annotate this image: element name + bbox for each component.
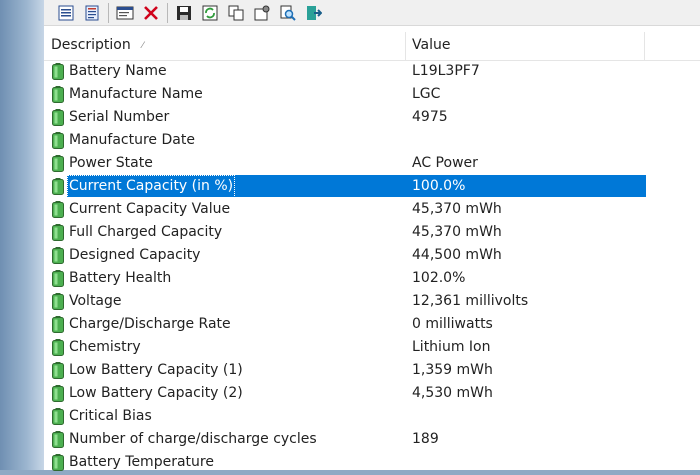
item-value: AC Power (412, 155, 478, 171)
item-description: Full Charged Capacity (69, 224, 223, 240)
battery-icon (52, 201, 64, 218)
item-description: Chemistry (69, 339, 141, 355)
save-icon[interactable] (174, 3, 194, 23)
exit-icon[interactable] (304, 3, 324, 23)
list-item[interactable]: Battery Health 102.0% (44, 267, 700, 290)
column-divider[interactable] (405, 32, 406, 60)
item-description: Charge/Discharge Rate (69, 316, 231, 332)
item-description: Critical Bias (69, 408, 152, 424)
item-description: Low Battery Capacity (1) (69, 362, 243, 378)
sort-ascending-icon: ⁄ (142, 41, 144, 51)
battery-icon (52, 385, 64, 402)
item-value: 4,530 mWh (412, 385, 493, 401)
battery-icon (52, 270, 64, 287)
list-item[interactable]: Full Charged Capacity 45,370 mWh (44, 221, 700, 244)
list-item[interactable]: Current Capacity (in %) 100.0% (44, 175, 700, 198)
battery-icon (52, 431, 64, 448)
watermark-logo (535, 430, 685, 457)
item-value: 44,500 mWh (412, 247, 502, 263)
item-description: Number of charge/discharge cycles (69, 431, 317, 447)
find-icon[interactable] (278, 3, 298, 23)
column-header-value[interactable]: Value (412, 32, 642, 60)
battery-icon (52, 316, 64, 333)
battery-icon (52, 155, 64, 172)
close-icon[interactable] (141, 3, 161, 23)
list-item[interactable]: Power State AC Power (44, 152, 700, 175)
list-item[interactable]: Current Capacity Value 45,370 mWh (44, 198, 700, 221)
item-value: 45,370 mWh (412, 224, 502, 240)
item-value: L19L3PF7 (412, 63, 480, 79)
item-value: 4975 (412, 109, 448, 125)
item-description: Serial Number (69, 109, 170, 125)
item-value: Lithium Ion (412, 339, 491, 355)
list-item[interactable]: Manufacture Name LGC (44, 83, 700, 106)
item-description: Battery Temperature (69, 454, 214, 470)
battery-icon (52, 224, 64, 241)
item-description: Low Battery Capacity (2) (69, 385, 243, 401)
copy-icon[interactable] (226, 3, 246, 23)
list-item[interactable]: Low Battery Capacity (1) 1,359 mWh (44, 359, 700, 382)
item-value: 102.0% (412, 270, 466, 286)
battery-icon (52, 454, 64, 471)
item-description: Power State (69, 155, 153, 171)
window-icon[interactable] (115, 3, 135, 23)
toolbar (44, 0, 700, 26)
refresh-icon[interactable] (200, 3, 220, 23)
list-item[interactable]: Charge/Discharge Rate 0 milliwatts (44, 313, 700, 336)
item-description: Current Capacity Value (69, 201, 231, 217)
item-description: Designed Capacity (69, 247, 201, 263)
item-value: 100.0% (412, 178, 466, 194)
item-description: Battery Health (69, 270, 172, 286)
list-item[interactable]: Battery Name L19L3PF7 (44, 60, 700, 83)
desktop-background-strip (0, 0, 44, 470)
battery-info-window: Description ⁄ Value Battery Name L19L3PF7… (44, 0, 700, 471)
list-header: Description ⁄ Value (44, 32, 700, 61)
column-header-description[interactable]: Description (51, 32, 401, 60)
html-report-icon[interactable] (56, 3, 76, 23)
toolbar-separator (167, 2, 168, 23)
battery-icon (52, 408, 64, 425)
battery-icon (52, 247, 64, 264)
battery-icon (52, 86, 64, 103)
battery-icon (52, 109, 64, 126)
list-item[interactable]: Serial Number 4975 (44, 106, 700, 129)
list-item[interactable]: Chemistry Lithium Ion (44, 336, 700, 359)
item-value: 0 milliwatts (412, 316, 493, 332)
battery-icon (52, 178, 64, 195)
battery-icon (52, 339, 64, 356)
list-item[interactable]: Low Battery Capacity (2) 4,530 mWh (44, 382, 700, 405)
battery-info-list: Battery Name L19L3PF7 Manufacture Name LGC S… (44, 60, 700, 474)
item-value: 189 (412, 431, 439, 447)
item-description: Voltage (69, 293, 122, 309)
list-item[interactable]: Manufacture Date (44, 129, 700, 152)
list-item[interactable]: Designed Capacity 44,500 mWh (44, 244, 700, 267)
item-value: LGC (412, 86, 441, 102)
battery-icon (52, 293, 64, 310)
item-value: 1,359 mWh (412, 362, 493, 378)
toolbar-separator (108, 2, 109, 23)
battery-icon (52, 63, 64, 80)
item-value: 12,361 millivolts (412, 293, 529, 309)
item-description: Manufacture Date (69, 132, 195, 148)
options-icon[interactable] (252, 3, 272, 23)
item-description: Current Capacity (in %) (67, 175, 236, 198)
properties-icon[interactable] (82, 3, 102, 23)
column-divider[interactable] (644, 32, 645, 60)
item-description: Manufacture Name (69, 86, 203, 102)
item-description: Battery Name (69, 63, 167, 79)
list-item[interactable]: Voltage 12,361 millivolts (44, 290, 700, 313)
battery-icon (52, 132, 64, 149)
item-value: 45,370 mWh (412, 201, 502, 217)
battery-icon (52, 362, 64, 379)
